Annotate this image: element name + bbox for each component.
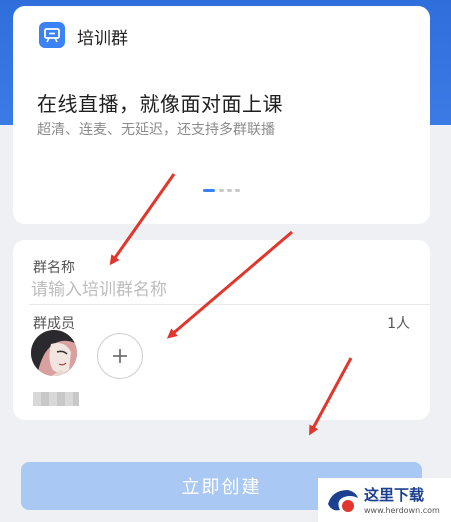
- avatar[interactable]: [31, 330, 77, 376]
- member-count: 1人: [387, 316, 410, 332]
- group-name-label: 群名称: [33, 260, 75, 276]
- intro-card: 培训群 在线直播，就像面对面上课 超清、连麦、无延迟，还支持多群联播: [13, 6, 430, 224]
- watermark-text: 这里下载: [364, 486, 425, 504]
- training-group-icon: [39, 22, 65, 48]
- carousel-dot[interactable]: [219, 189, 224, 192]
- card-title: 培训群: [77, 29, 128, 49]
- group-form-card: 群名称 群成员 1人: [13, 240, 430, 420]
- slide-subtitle: 超清、连麦、无延迟，还支持多群联播: [37, 122, 275, 138]
- carousel-dot[interactable]: [227, 189, 232, 192]
- slide-headline: 在线直播，就像面对面上课: [37, 92, 283, 116]
- member-name-blurred: [33, 392, 79, 406]
- watermark-url: www.herdown.com: [364, 506, 440, 515]
- carousel-dot[interactable]: [235, 189, 240, 192]
- add-member-button[interactable]: [97, 333, 143, 379]
- group-name-input[interactable]: [31, 276, 411, 304]
- plus-icon: [113, 349, 127, 363]
- carousel-dot-active[interactable]: [203, 189, 215, 192]
- watermark-logo-icon: [328, 490, 358, 512]
- divider: [29, 304, 430, 305]
- watermark: 这里下载 www.herdown.com: [318, 478, 451, 522]
